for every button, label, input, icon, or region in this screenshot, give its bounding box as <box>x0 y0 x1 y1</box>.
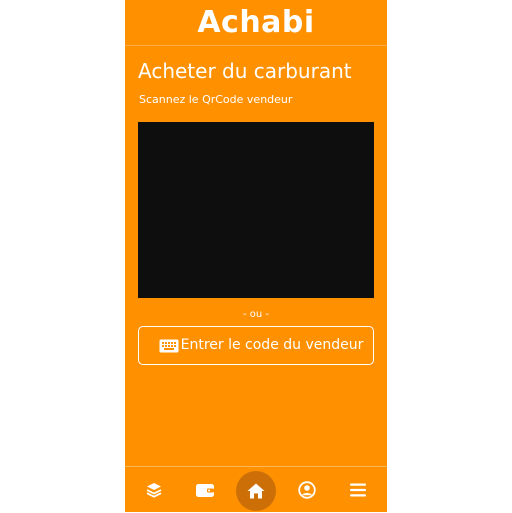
keyboard-icon <box>159 339 179 353</box>
nav-item-layers[interactable] <box>134 467 174 513</box>
qr-scanner-view[interactable] <box>138 122 374 298</box>
logo-text: Achabi <box>197 4 315 40</box>
nav-item-wallet[interactable] <box>185 467 225 513</box>
app-screen: Achabi Acheter du carburant Scannez le Q… <box>125 0 387 512</box>
enter-vendor-code-button[interactable]: Entrer le code du vendeur <box>138 326 374 365</box>
page-title: Acheter du carburant <box>138 59 352 83</box>
page-subtitle: Scannez le QrCode vendeur <box>139 93 293 106</box>
bottom-nav <box>125 466 387 512</box>
or-separator: - ou - <box>242 309 270 320</box>
app-header: Achabi <box>125 0 387 46</box>
enter-vendor-code-label: Entrer le code du vendeur <box>180 337 364 353</box>
home-icon <box>247 483 265 499</box>
app-logo: Achabi <box>197 4 315 40</box>
user-circle-icon <box>298 481 316 499</box>
nav-item-home[interactable] <box>236 471 276 511</box>
nav-item-profile[interactable] <box>287 467 327 513</box>
nav-item-menu[interactable] <box>338 467 378 513</box>
layers-icon <box>146 482 162 498</box>
wallet-icon <box>196 483 214 498</box>
menu-icon <box>350 483 366 497</box>
